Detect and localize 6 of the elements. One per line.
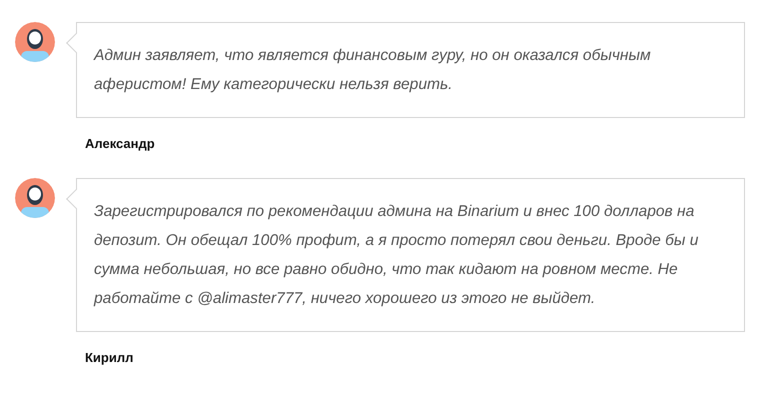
author-name: Александр [85, 136, 156, 151]
avatar-icon [15, 178, 55, 218]
comment-text: Админ заявляет, что является финансовым гуру, но он оказался обычным аферистом! Ему категорически нельзя верить. [94, 46, 652, 95]
comment-text: Зарегистрировался по рекомендации админа на Binarium и внес 100 долларов на депозит. Он обещал 100% профит, а я просто потерял свои деньги. Вроде бы и сумма небольшая, но все равно обидно, что так кидают на ровном месте. Не работайте с @alimaster777, ничего хорошего из этого не выйдет. [94, 202, 700, 309]
author-name: Кирилл [85, 350, 134, 365]
avatar-icon [15, 22, 55, 62]
